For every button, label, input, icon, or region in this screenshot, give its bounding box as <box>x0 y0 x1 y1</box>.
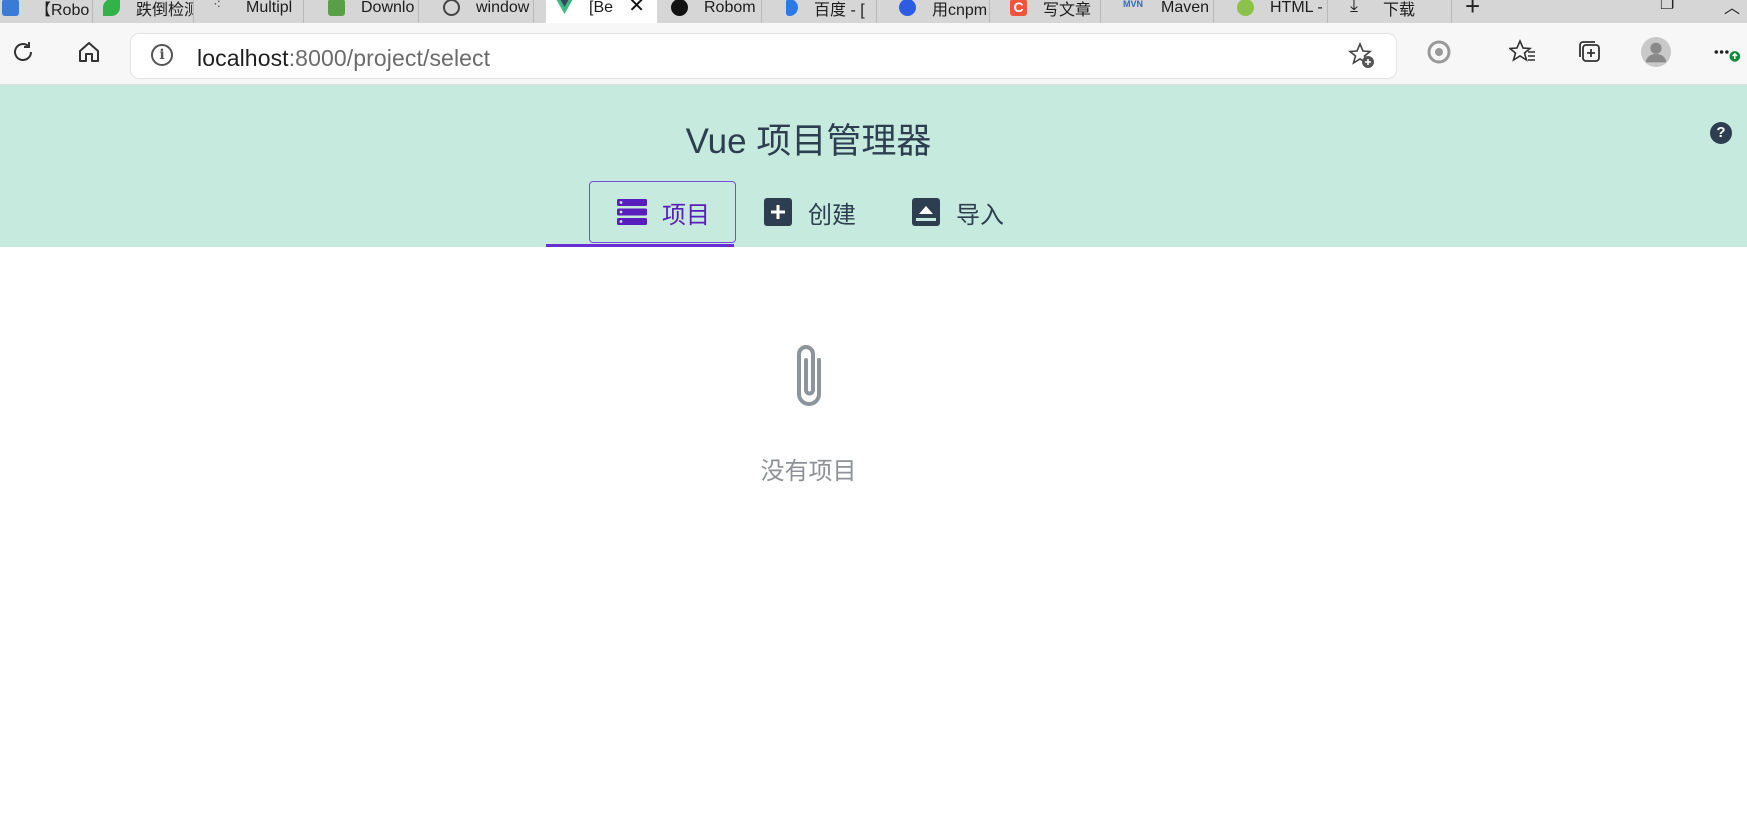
more-menu-icon[interactable] <box>1711 37 1741 67</box>
avatar[interactable] <box>1641 37 1671 67</box>
browser-tab[interactable]: ⁖ Multipl <box>203 0 304 23</box>
empty-state <box>0 340 1617 417</box>
browser-tab-active[interactable]: [Be ✕ <box>546 0 657 23</box>
browser-toolbar: i localhost:8000/project/select <box>0 23 1747 85</box>
browser-tab[interactable]: Robom <box>661 0 762 23</box>
search-page-icon <box>443 0 460 16</box>
plus-square-icon <box>763 197 793 227</box>
site-info-icon[interactable]: i <box>151 44 173 66</box>
collections-icon[interactable] <box>1574 37 1604 67</box>
browser-tab[interactable]: MVN Maven <box>1113 0 1214 23</box>
new-tab-button[interactable]: + <box>1465 0 1480 22</box>
tab-label: 导入 <box>956 201 1004 229</box>
help-icon[interactable]: ? <box>1710 122 1732 144</box>
tab-import[interactable]: 导入 <box>911 181 1004 243</box>
tab-projects[interactable]: 项目 <box>589 181 736 243</box>
browser-tab[interactable]: window <box>433 0 534 23</box>
server-list-icon <box>617 197 647 227</box>
leaf-icon <box>103 0 120 16</box>
browser-tab[interactable]: ⤓ 下载 <box>1340 0 1452 23</box>
download-icon: ⤓ <box>1350 0 1358 15</box>
browser-tab[interactable]: C 写文章 <box>1000 0 1101 23</box>
edge-page-icon <box>2 0 19 16</box>
add-favorite-icon[interactable] <box>1347 41 1376 75</box>
vue-icon <box>556 0 573 16</box>
tab-create[interactable]: 创建 <box>763 181 856 243</box>
github-icon <box>671 0 688 16</box>
mvn-icon: MVN <box>1123 0 1143 9</box>
app-header: Vue 项目管理器 ? 项目 创建 导入 <box>0 85 1747 247</box>
tab-label: 创建 <box>808 201 856 229</box>
bing-icon <box>786 0 798 16</box>
browser-tab-strip: 【Robo 跌倒检测 ⁖ Multipl Downlo window [Be ✕… <box>0 0 1747 23</box>
extension-icon[interactable] <box>1424 37 1454 67</box>
browser-tab[interactable]: 跌倒检测 <box>93 0 194 23</box>
cube-icon <box>328 0 345 16</box>
browser-tab[interactable]: HTML - <box>1227 0 1328 23</box>
favorites-icon[interactable] <box>1508 37 1538 67</box>
browser-tab[interactable]: 百度 - [ <box>776 0 877 23</box>
url-text[interactable]: localhost:8000/project/select <box>197 45 490 72</box>
restore-window-icon[interactable]: ❐ <box>1660 0 1674 14</box>
dots-icon: ⁖ <box>213 0 222 12</box>
chevron-up-icon[interactable]: ︿ <box>1724 0 1740 18</box>
tab-label: 项目 <box>662 201 710 229</box>
home-icon[interactable] <box>74 37 104 67</box>
page-title: Vue 项目管理器 <box>685 122 932 161</box>
paperclip-icon <box>789 340 829 417</box>
browser-tab[interactable]: Downlo <box>318 0 419 23</box>
baidu-icon <box>899 0 916 16</box>
upload-box-icon <box>911 197 941 227</box>
browser-tab[interactable]: 【Robo <box>0 0 93 23</box>
refresh-icon[interactable] <box>8 37 38 67</box>
active-tab-indicator <box>546 244 734 247</box>
project-nav-tabs: 项目 创建 导入 <box>546 181 1010 247</box>
close-tab-icon[interactable]: ✕ <box>628 0 645 18</box>
address-bar[interactable]: i localhost:8000/project/select <box>131 34 1396 78</box>
html-icon <box>1237 0 1254 16</box>
csdn-icon: C <box>1010 0 1027 16</box>
browser-tab[interactable]: 用cnpm <box>889 0 990 23</box>
empty-state-text: 没有项目 <box>760 458 857 485</box>
